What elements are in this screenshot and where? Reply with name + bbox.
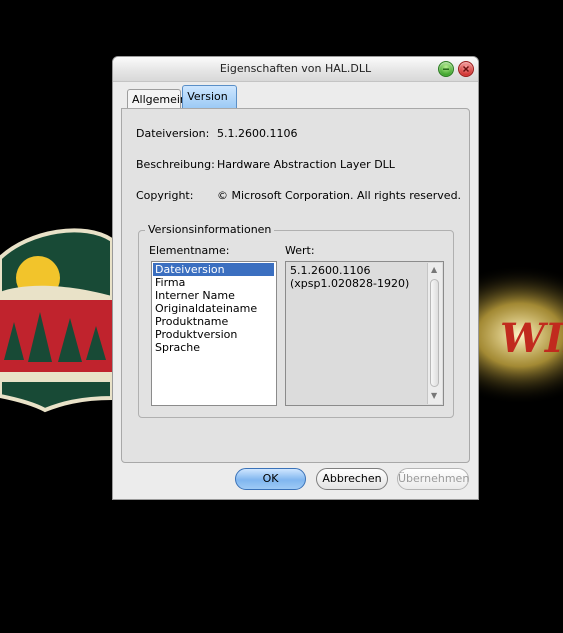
ok-button[interactable]: OK: [235, 468, 306, 490]
file-version-value: 5.1.2600.1106: [217, 127, 298, 140]
window-title: Eigenschaften von HAL.DLL: [219, 62, 372, 75]
version-tab-panel: Dateiversion: 5.1.2600.1106 Beschreibung…: [121, 108, 470, 463]
value-textbox[interactable]: 5.1.2600.1106 (xpsp1.020828-1920) ▲ ▼: [285, 261, 444, 406]
scroll-down-icon[interactable]: ▼: [431, 391, 437, 400]
title-bar[interactable]: Eigenschaften von HAL.DLL: [113, 57, 478, 82]
copyright-value: © Microsoft Corporation. All rights rese…: [217, 189, 462, 202]
description-value: Hardware Abstraction Layer DLL: [217, 158, 395, 171]
properties-dialog: Eigenschaften von HAL.DLL Allgemein Vers…: [112, 56, 479, 500]
element-name-header: Elementname:: [149, 244, 230, 257]
copyright-label: Copyright:: [136, 189, 194, 202]
list-item-produktversion[interactable]: Produktversion: [153, 328, 274, 341]
version-info-group-title: Versionsinformationen: [145, 223, 275, 236]
list-item-produktname[interactable]: Produktname: [153, 315, 274, 328]
list-item-firma[interactable]: Firma: [153, 276, 274, 289]
apply-button[interactable]: Übernehmen: [397, 468, 469, 490]
scroll-thumb[interactable]: [430, 279, 439, 387]
svg-text:WIL: WIL: [500, 315, 563, 362]
element-name-list[interactable]: Dateiversion Firma Interner Name Origina…: [151, 261, 277, 406]
list-item-originaldateiname[interactable]: Originaldateiname: [153, 302, 274, 315]
scroll-up-icon[interactable]: ▲: [431, 265, 437, 274]
version-info-group: Versionsinformationen Elementname: Wert:…: [138, 223, 454, 418]
description-label: Beschreibung:: [136, 158, 215, 171]
tab-version[interactable]: Version: [182, 85, 237, 108]
minimize-icon[interactable]: [438, 61, 454, 77]
list-item-sprache[interactable]: Sprache: [153, 341, 274, 354]
file-version-label: Dateiversion:: [136, 127, 210, 140]
list-item-dateiversion[interactable]: Dateiversion: [153, 263, 274, 276]
close-icon[interactable]: [458, 61, 474, 77]
value-scrollbar[interactable]: ▲ ▼: [427, 263, 442, 404]
value-line-1: 5.1.2600.1106: [290, 264, 371, 277]
cancel-button[interactable]: Abbrechen: [316, 468, 388, 490]
value-header: Wert:: [285, 244, 315, 257]
list-item-interner-name[interactable]: Interner Name: [153, 289, 274, 302]
value-line-2: (xpsp1.020828-1920): [290, 277, 410, 290]
tab-general[interactable]: Allgemein: [127, 89, 187, 108]
